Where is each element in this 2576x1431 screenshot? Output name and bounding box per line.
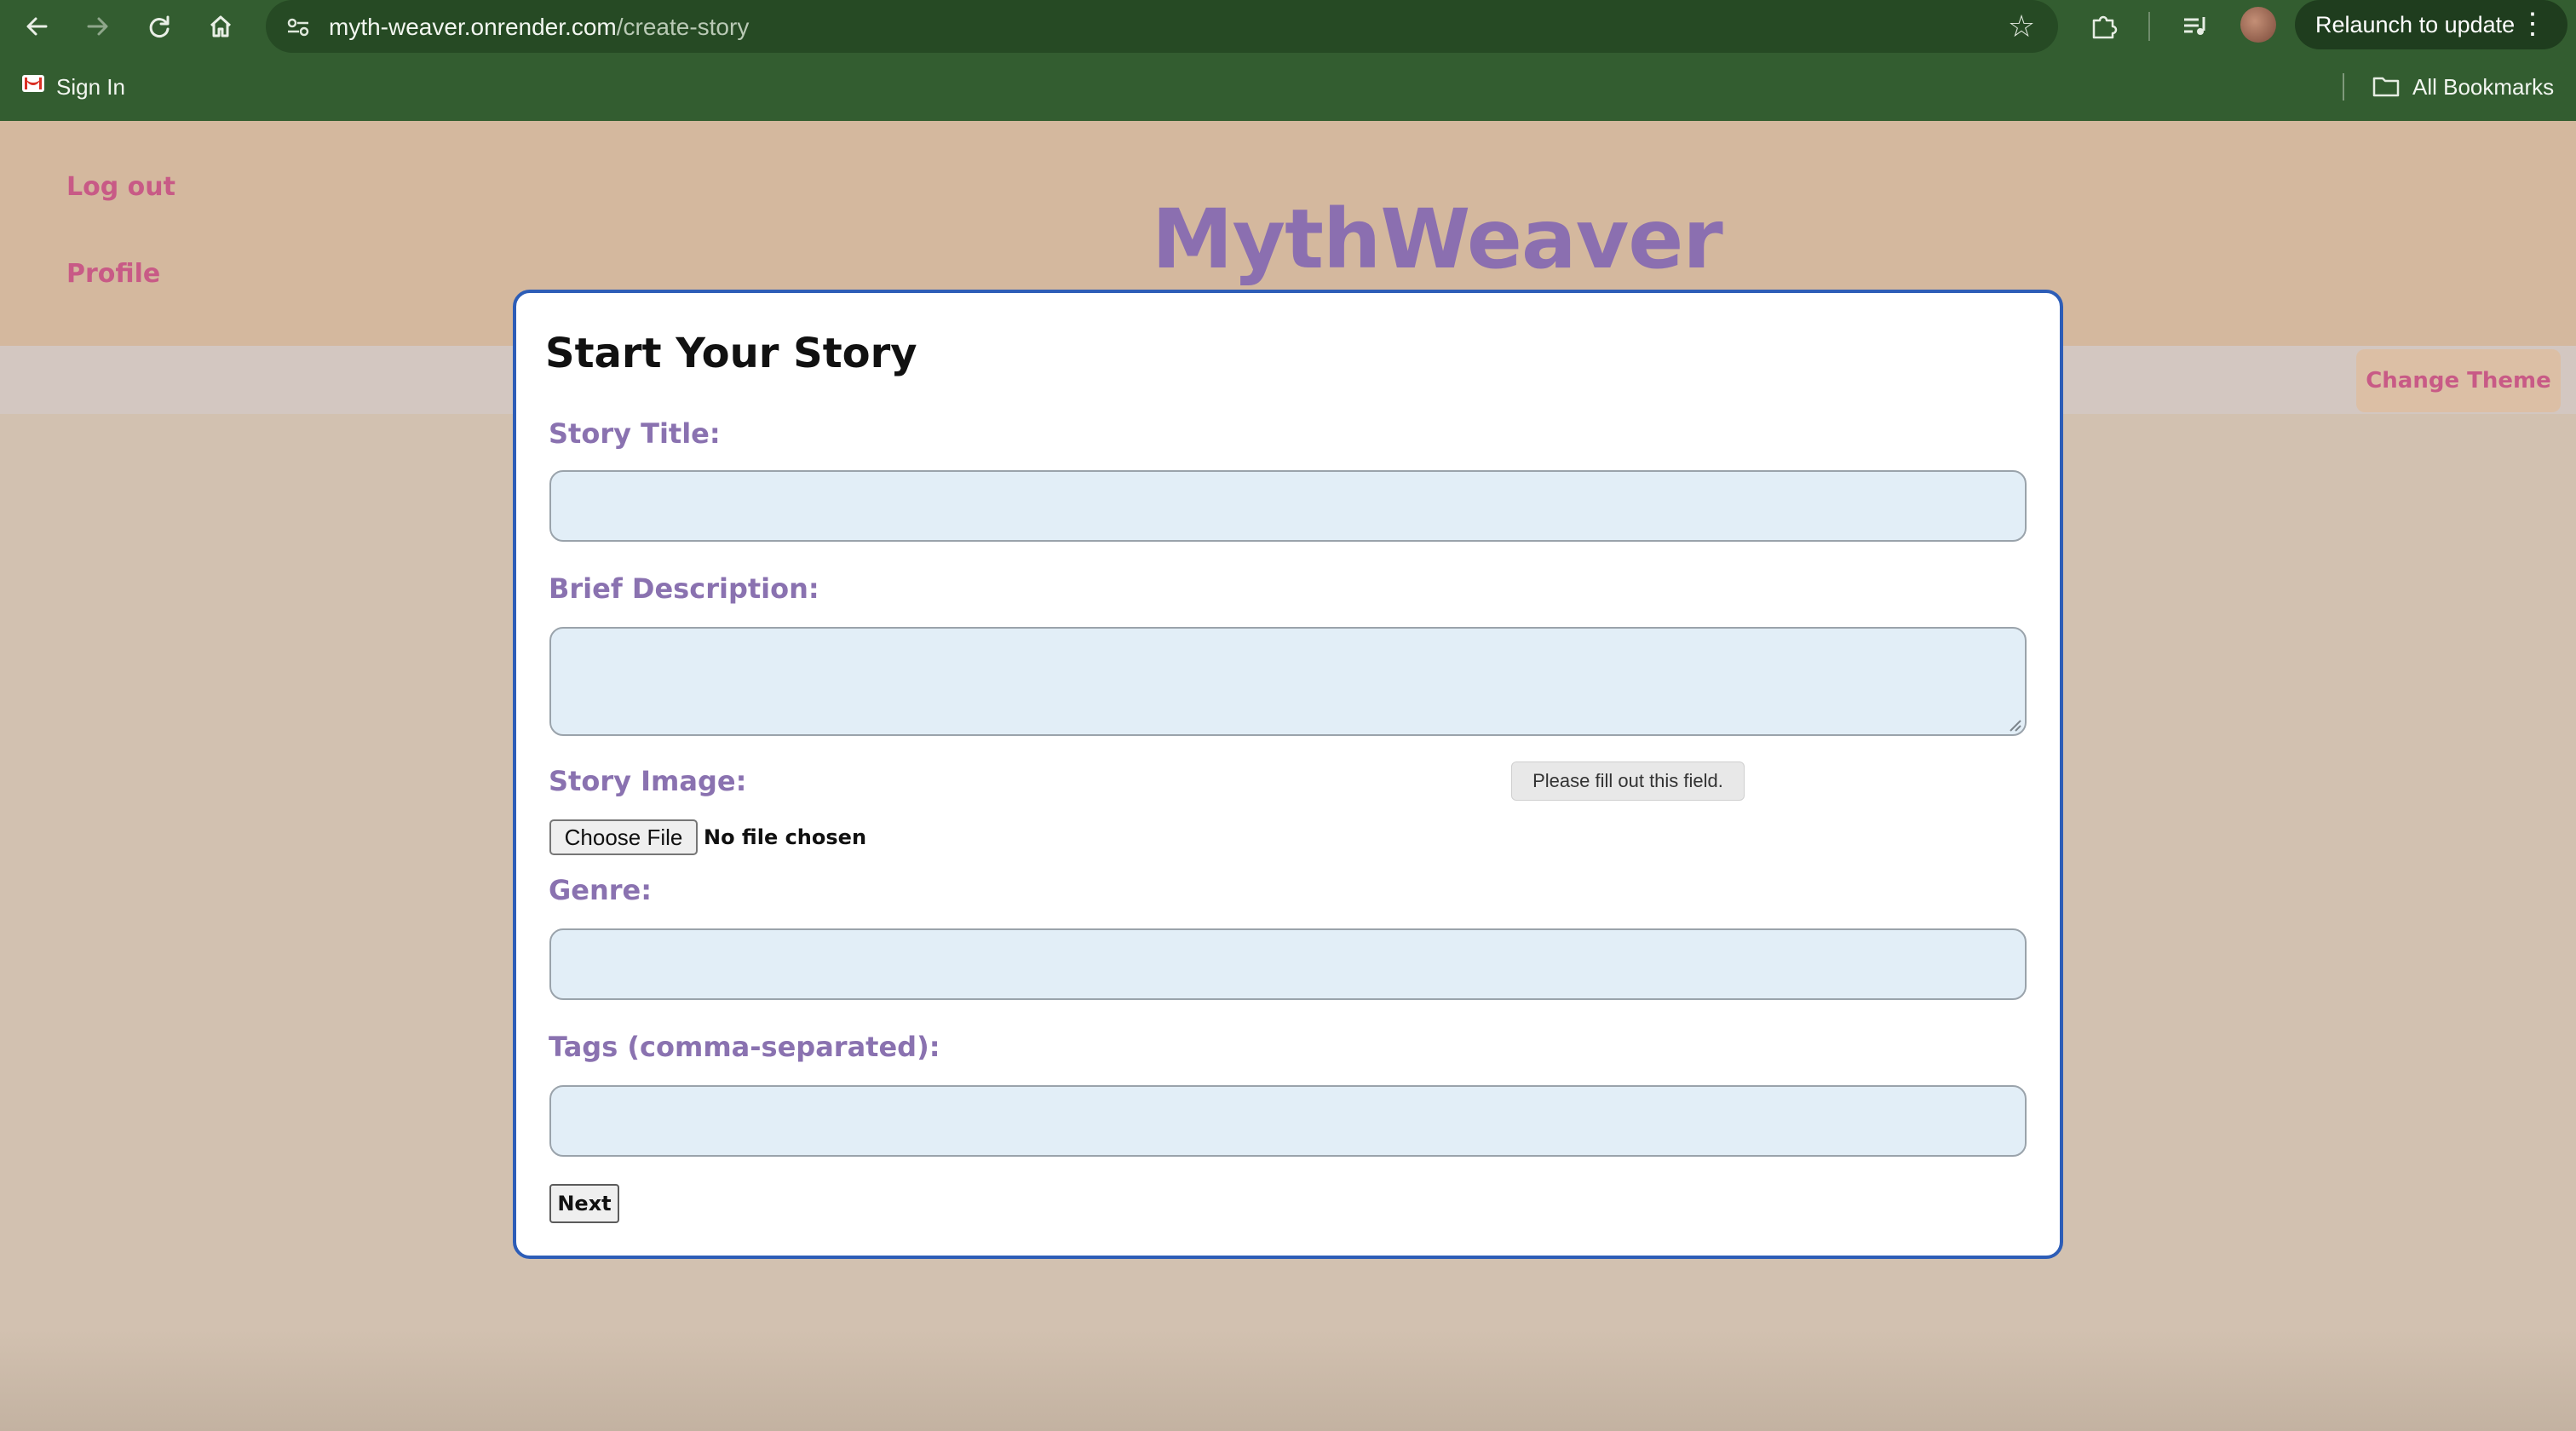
- more-menu-icon[interactable]: ⋮: [2518, 9, 2547, 39]
- tags-input[interactable]: [549, 1085, 2027, 1157]
- validation-tooltip: Please fill out this field.: [1511, 761, 1745, 801]
- description-label: Brief Description:: [549, 572, 819, 605]
- back-icon[interactable]: [15, 5, 58, 48]
- bookmark-star-icon[interactable]: ☆: [2000, 5, 2043, 48]
- bookmark-sign-in[interactable]: Sign In: [56, 70, 125, 104]
- bookmarks-divider: [2343, 73, 2344, 101]
- relaunch-update-button[interactable]: Relaunch to update ⋮: [2295, 0, 2567, 49]
- file-status-text: No file chosen: [704, 825, 867, 849]
- media-controls-icon[interactable]: [2176, 7, 2215, 46]
- profile-link[interactable]: Profile: [66, 259, 160, 289]
- genre-label: Genre:: [549, 874, 653, 906]
- extensions-icon[interactable]: [2084, 7, 2123, 46]
- choose-file-button[interactable]: Choose File: [549, 819, 698, 855]
- description-textarea[interactable]: [549, 627, 2027, 736]
- genre-input[interactable]: [549, 928, 2027, 1000]
- reload-icon[interactable]: [138, 5, 181, 48]
- story-title-label: Story Title:: [549, 417, 721, 450]
- url-text[interactable]: myth-weaver.onrender.com/create-story: [329, 10, 749, 44]
- profile-avatar[interactable]: [2240, 7, 2276, 43]
- folder-icon: [2372, 73, 2401, 99]
- logout-link[interactable]: Log out: [66, 172, 175, 202]
- home-icon[interactable]: [199, 5, 242, 48]
- relaunch-label: Relaunch to update: [2315, 11, 2516, 37]
- story-image-label: Story Image:: [549, 765, 747, 797]
- site-info-icon[interactable]: [281, 10, 315, 44]
- resize-handle-icon[interactable]: [2007, 717, 2022, 733]
- all-bookmarks-button[interactable]: All Bookmarks: [2412, 70, 2554, 104]
- gmail-icon: [22, 75, 44, 92]
- brand-title: MythWeaver: [1152, 192, 1723, 287]
- next-button[interactable]: Next: [549, 1184, 619, 1223]
- bookmarks-bar: [0, 53, 2576, 121]
- story-title-input[interactable]: [549, 470, 2027, 542]
- modal-title: Start Your Story: [545, 330, 917, 377]
- change-theme-button[interactable]: Change Theme: [2356, 349, 2561, 412]
- forward-icon[interactable]: [77, 5, 119, 48]
- toolbar-divider: [2148, 12, 2150, 41]
- tags-label: Tags (comma-separated):: [549, 1031, 940, 1063]
